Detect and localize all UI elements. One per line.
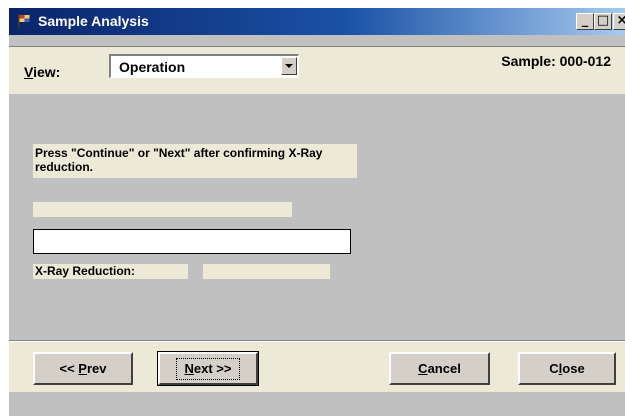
minimize-icon[interactable]: _ (576, 13, 594, 30)
close-button[interactable]: Close (518, 352, 616, 385)
prev-button[interactable]: << Prev (33, 352, 133, 385)
next-rest: ext >> (193, 360, 232, 376)
cancel-button-label: Cancel (418, 361, 461, 377)
prev-prefix: << (59, 360, 79, 376)
cancel-accel: C (418, 360, 428, 376)
title-bar[interactable]: Sample Analysis _ □ × (9, 8, 625, 35)
close-prefix: C (549, 360, 559, 376)
window-title: Sample Analysis (38, 13, 149, 29)
sample-label: Sample: 000-012 (501, 53, 611, 69)
xray-reduction-label: X-Ray Reduction: (35, 264, 136, 278)
chevron-down-icon[interactable] (281, 57, 297, 75)
prev-button-label: << Prev (60, 361, 107, 377)
xray-reduction-value (203, 264, 330, 279)
prev-rest: rev (86, 360, 107, 376)
prev-accel: P (78, 360, 87, 376)
view-select-value: Operation (119, 59, 186, 75)
maximize-icon[interactable]: □ (594, 13, 612, 30)
instruction-message: Press "Continue" or "Next" after confirm… (35, 146, 323, 174)
view-select[interactable]: Operation (109, 54, 299, 78)
next-button[interactable]: Next >> (157, 351, 259, 386)
next-button-label: Next >> (175, 357, 241, 380)
message-box: Press "Continue" or "Next" after confirm… (33, 144, 357, 178)
close-icon[interactable]: × (613, 13, 625, 30)
xray-reduction-label-box: X-Ray Reduction: (33, 264, 188, 279)
view-label-accel: V (24, 64, 34, 80)
cancel-rest: ancel (427, 360, 461, 376)
entry-field[interactable] (33, 229, 351, 254)
app-icon[interactable] (15, 13, 32, 30)
status-placeholder (33, 202, 292, 217)
next-accel: N (184, 360, 194, 376)
cancel-button[interactable]: Cancel (389, 352, 490, 385)
close-rest: ose (562, 360, 585, 376)
view-label: View: (24, 64, 60, 80)
view-label-text: iew: (33, 64, 61, 80)
close-button-label: Close (549, 361, 584, 377)
sample-analysis-window: Sample Analysis _ □ × View: Operation Sa… (9, 8, 625, 416)
header-band: View: Operation Sample: 000-012 (9, 46, 625, 94)
